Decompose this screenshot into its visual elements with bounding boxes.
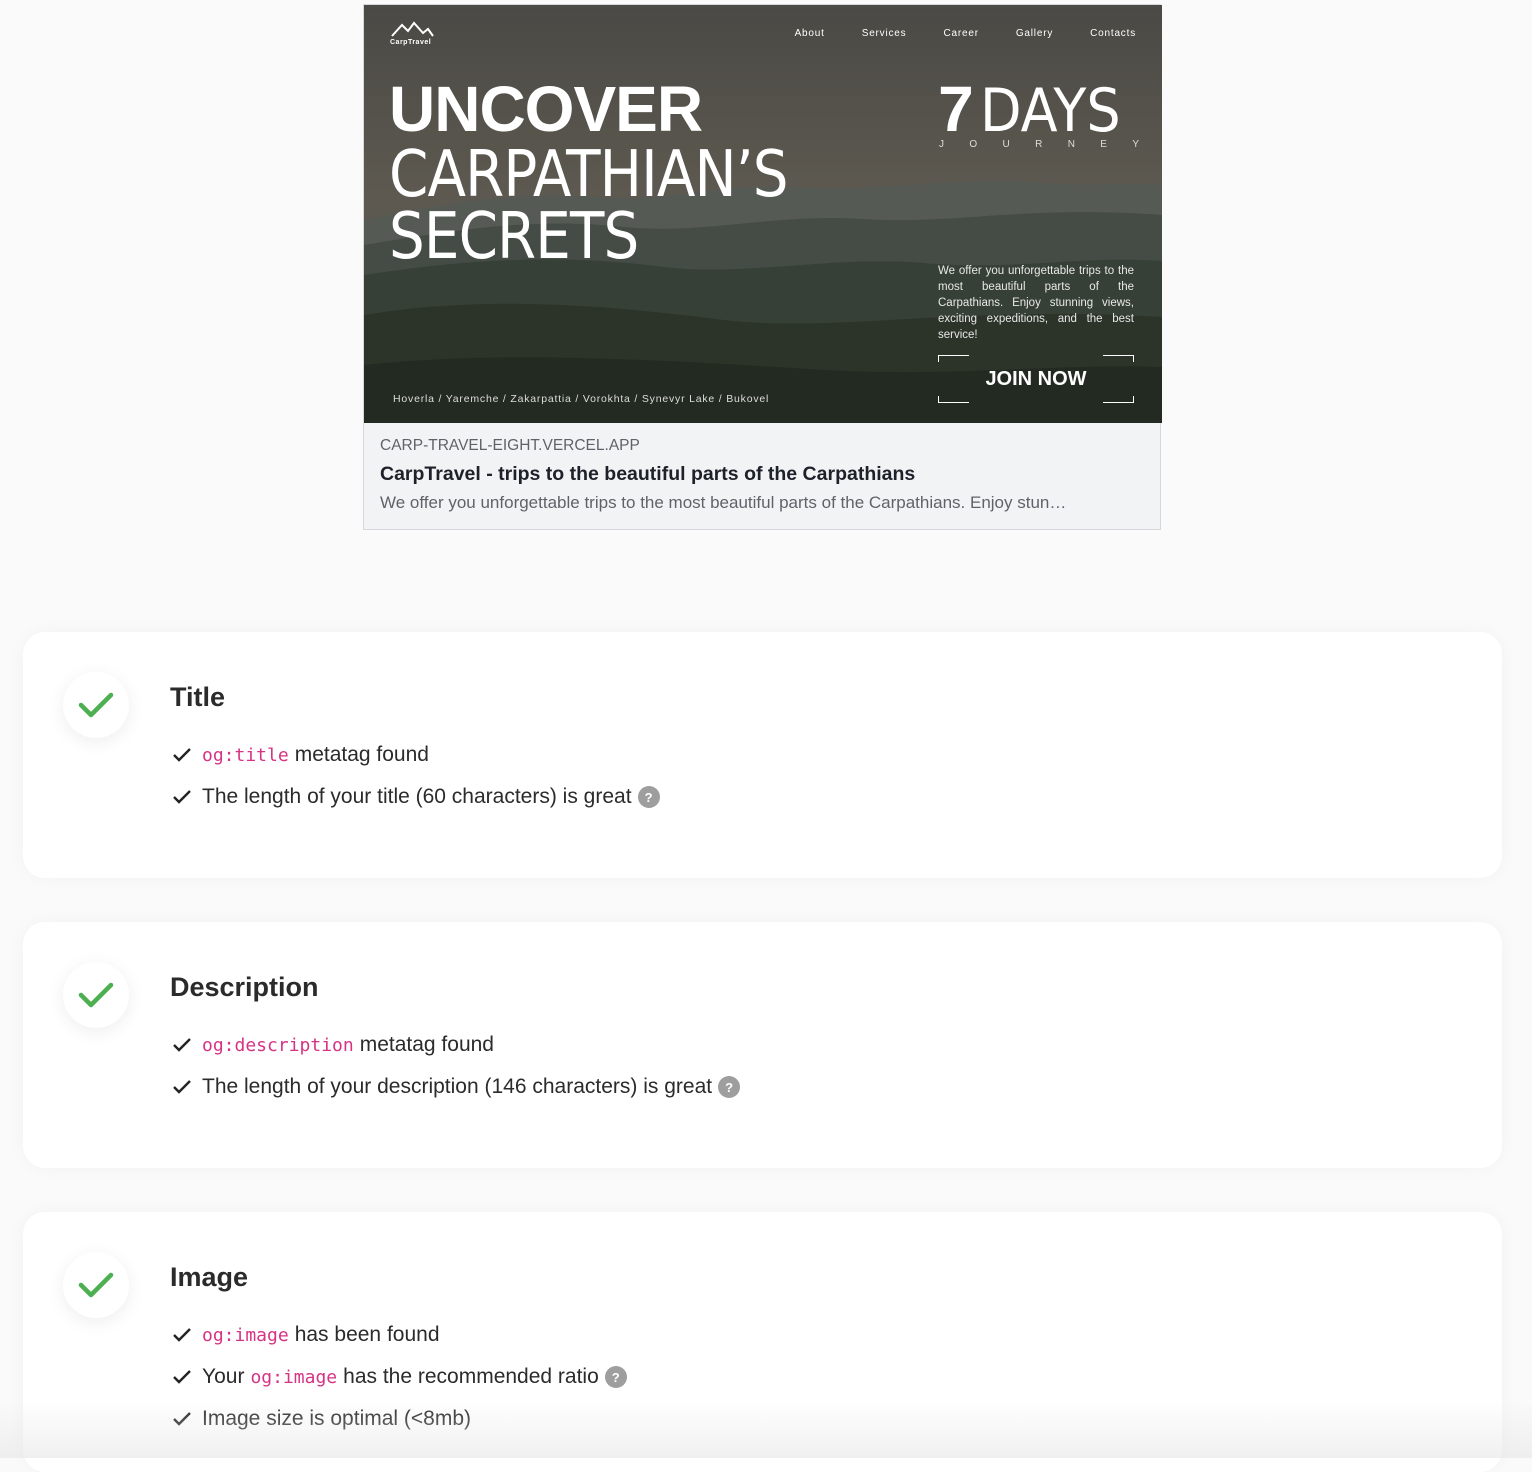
locations-list: Hoverla / Yaremche / Zakarpattia / Vorok… bbox=[393, 393, 770, 405]
corner-bracket bbox=[938, 355, 969, 362]
question-icon[interactable]: ? bbox=[637, 786, 660, 808]
journey-letter: E bbox=[1100, 139, 1107, 150]
card-heading: Description bbox=[170, 972, 319, 1002]
code-og-image: og:image bbox=[202, 1324, 289, 1346]
list-item: og:image has been found bbox=[172, 1314, 627, 1356]
code-og-image: og:image bbox=[250, 1366, 338, 1388]
tick-icon bbox=[172, 1076, 194, 1098]
list-item: og:title metatag found bbox=[172, 734, 660, 776]
list-item: Your og:image has the recommended ratio … bbox=[172, 1356, 627, 1398]
item-text: has been found bbox=[294, 1323, 440, 1346]
tick-icon bbox=[172, 1034, 194, 1056]
days-number: 7 bbox=[938, 73, 974, 145]
preview-image: CarpTravel About Services Career Gallery… bbox=[364, 5, 1162, 423]
tick-icon bbox=[172, 786, 194, 808]
image-check-card: Image og:image has been found Your og:im… bbox=[23, 1212, 1502, 1472]
mountain-logo-icon bbox=[391, 21, 434, 37]
list-item: Image size is optimal (<8mb) bbox=[172, 1398, 627, 1440]
preview-meta: CARP-TRAVEL-EIGHT.VERCEL.APP CarpTravel … bbox=[380, 437, 1146, 513]
carptravel-logo[interactable]: CarpTravel bbox=[390, 21, 434, 46]
nav-career[interactable]: Career bbox=[943, 28, 978, 39]
question-icon[interactable]: ? bbox=[604, 1366, 627, 1388]
preview-description: We offer you unforgettable trips to the … bbox=[380, 493, 1067, 512]
list-item: The length of your description (146 char… bbox=[172, 1066, 741, 1108]
code-og-description: og:description bbox=[202, 1034, 354, 1056]
corner-bracket bbox=[1103, 355, 1134, 362]
preview-nav: About Services Career Gallery Contacts bbox=[758, 28, 1136, 39]
title-check-card: Title og:title metatag found The length … bbox=[23, 632, 1502, 878]
tick-icon bbox=[172, 1366, 194, 1388]
item-text: Image size is optimal (<8mb) bbox=[202, 1407, 472, 1430]
item-text: The length of your title (60 characters)… bbox=[202, 785, 632, 808]
code-og-title: og:title bbox=[202, 744, 289, 766]
journey-label: J O U R N E Y bbox=[939, 139, 1139, 150]
item-text: The length of your description (146 char… bbox=[202, 1075, 713, 1098]
journey-letter: N bbox=[1067, 139, 1075, 150]
headline-uncover: UNCOVER bbox=[389, 73, 703, 145]
check-list: og:description metatag found The length … bbox=[172, 1024, 741, 1108]
list-item: The length of your title (60 characters)… bbox=[172, 776, 660, 818]
journey-letter: O bbox=[969, 139, 978, 150]
journey-letter: Y bbox=[1132, 139, 1139, 150]
preview-title: CarpTravel - trips to the beautiful part… bbox=[380, 463, 916, 485]
item-text: has the recommended ratio bbox=[343, 1365, 599, 1388]
headline-secrets: SECRETS bbox=[389, 200, 639, 274]
hero-description: We offer you unforgettable trips to the … bbox=[938, 265, 1134, 341]
nav-gallery[interactable]: Gallery bbox=[1016, 28, 1053, 39]
check-icon bbox=[78, 1272, 114, 1298]
item-text: metatag found bbox=[359, 1033, 494, 1056]
nav-contacts[interactable]: Contacts bbox=[1090, 28, 1136, 39]
journey-letter: J bbox=[939, 139, 944, 150]
status-badge bbox=[63, 962, 129, 1028]
status-badge bbox=[63, 1252, 129, 1318]
corner-bracket bbox=[1103, 396, 1134, 403]
join-now-button[interactable]: JOIN NOW bbox=[938, 355, 1134, 403]
card-heading: Image bbox=[170, 1262, 249, 1292]
link-preview-card[interactable]: CarpTravel About Services Career Gallery… bbox=[363, 4, 1162, 530]
card-heading: Title bbox=[170, 682, 226, 712]
check-list: og:title metatag found The length of you… bbox=[172, 734, 660, 818]
join-now-label: JOIN NOW bbox=[985, 367, 1087, 390]
check-list: og:image has been found Your og:image ha… bbox=[172, 1314, 627, 1440]
description-check-card: Description og:description metatag found… bbox=[23, 922, 1502, 1168]
item-text: Your bbox=[202, 1365, 245, 1388]
check-icon bbox=[78, 982, 114, 1008]
journey-letter: R bbox=[1035, 139, 1043, 150]
journey-letter: U bbox=[1002, 139, 1010, 150]
item-text: metatag found bbox=[294, 743, 429, 766]
tick-icon bbox=[172, 744, 194, 766]
nav-about[interactable]: About bbox=[795, 28, 825, 39]
days-badge: 7 DAYS bbox=[938, 77, 1136, 141]
question-icon[interactable]: ? bbox=[718, 1076, 741, 1098]
list-item: og:description metatag found bbox=[172, 1024, 740, 1066]
nav-services[interactable]: Services bbox=[862, 28, 907, 39]
tick-icon bbox=[172, 1408, 194, 1430]
tick-icon bbox=[172, 1324, 194, 1346]
corner-bracket bbox=[938, 396, 969, 403]
days-word: DAYS bbox=[979, 76, 1121, 146]
logo-text: CarpTravel bbox=[390, 39, 432, 46]
check-icon bbox=[78, 692, 114, 718]
preview-domain: CARP-TRAVEL-EIGHT.VERCEL.APP bbox=[380, 437, 640, 454]
headline-carpathians: CARPATHIAN’S bbox=[389, 138, 788, 212]
status-badge bbox=[63, 672, 129, 738]
